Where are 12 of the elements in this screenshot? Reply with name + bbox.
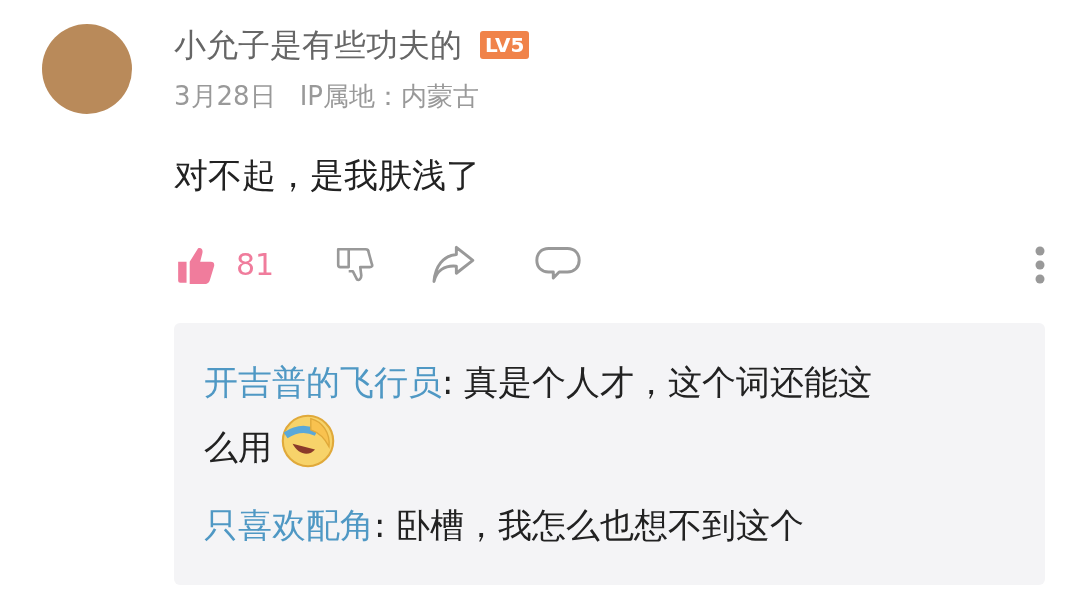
level-badge: LV5 [480,31,530,59]
laughing-face-icon [280,413,336,469]
comment-text: 对不起，是我肤浅了 [174,154,481,197]
ip-location: IP属地：内蒙古 [299,80,479,113]
reply-comment: 开吉普的飞行员: 真是个人才，这个词还能这么用 [204,361,874,471]
more-options-icon[interactable] [1035,245,1045,284]
reply-author[interactable]: 只喜欢配角 [204,505,374,545]
like-count: 81 [236,246,275,284]
reply-author[interactable]: 开吉普的飞行员 [204,362,442,402]
comment-date: 3月28日 [174,80,276,113]
username[interactable]: 小允子是有些功夫的 [174,24,462,66]
reply-comment: 只喜欢配角: 卧槽，我怎么也想不到这个 [204,504,806,547]
